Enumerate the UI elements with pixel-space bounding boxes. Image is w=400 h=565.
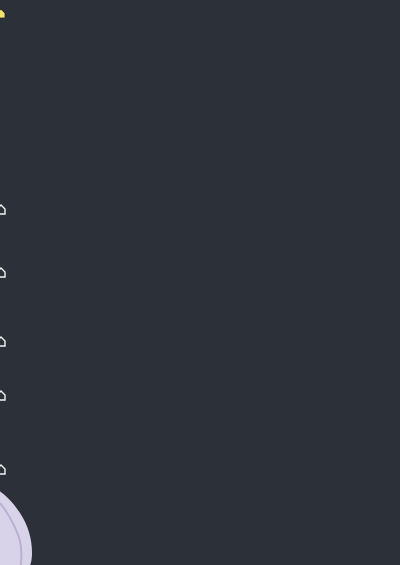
home-icon[interactable] bbox=[0, 389, 6, 401]
decorative-artwork bbox=[0, 483, 38, 565]
home-icon[interactable] bbox=[0, 203, 6, 215]
home-icon[interactable] bbox=[0, 463, 6, 475]
home-icon[interactable] bbox=[0, 335, 6, 347]
home-icon[interactable] bbox=[0, 266, 6, 278]
app-screen bbox=[0, 0, 400, 565]
highlighted-home-icon[interactable] bbox=[0, 7, 6, 19]
